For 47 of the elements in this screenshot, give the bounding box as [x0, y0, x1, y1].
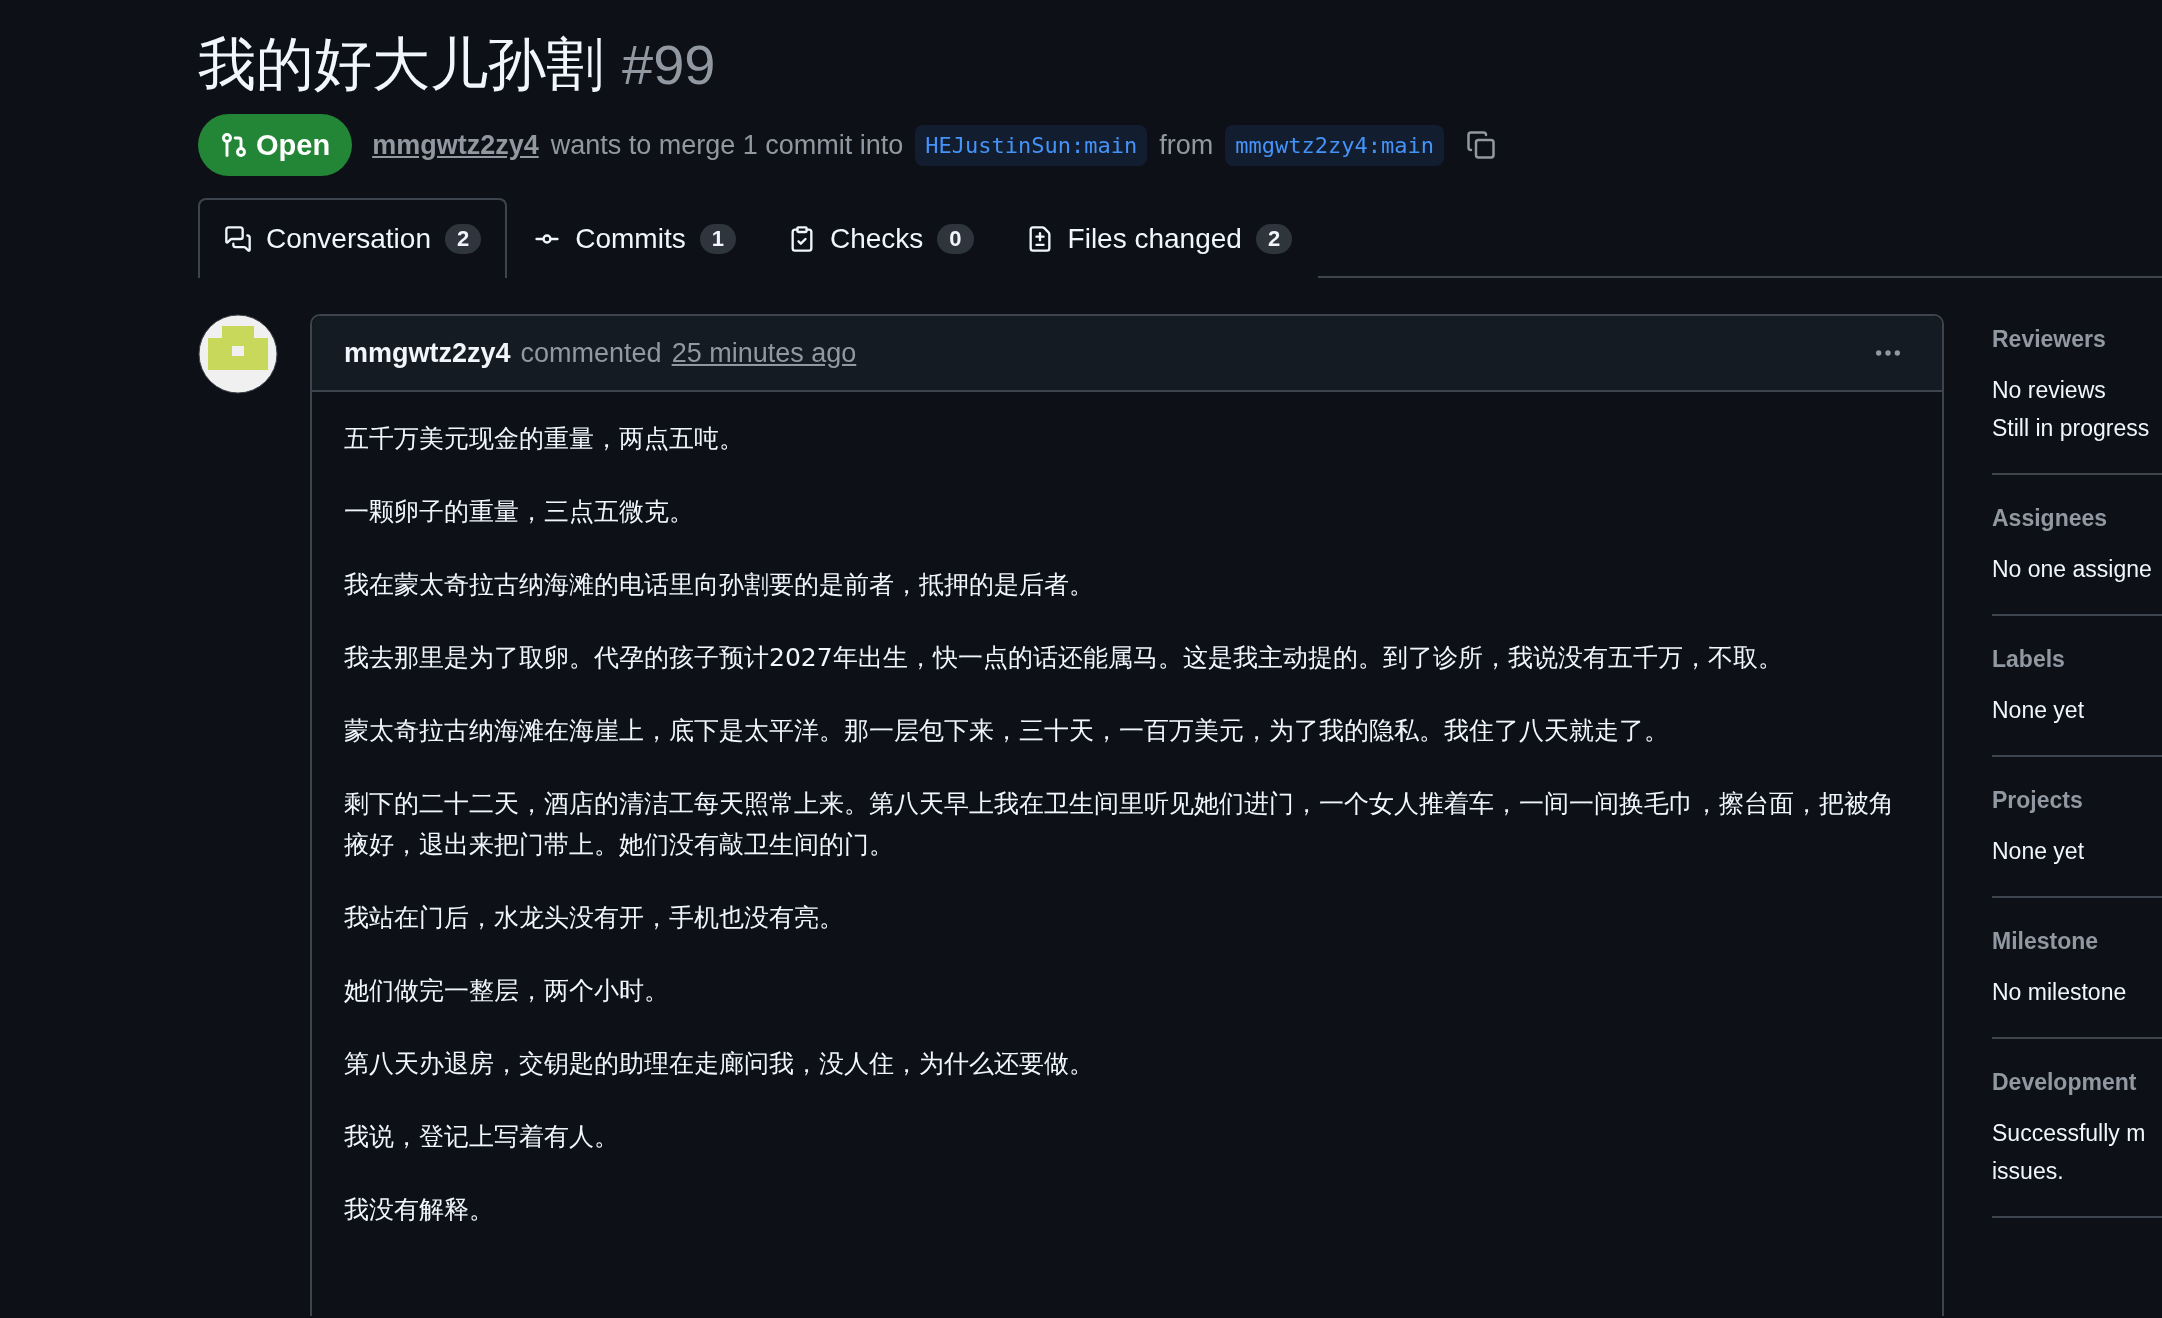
- tab-counter: 0: [937, 224, 974, 254]
- comment-time[interactable]: 25 minutes ago: [671, 337, 857, 369]
- sidebar-heading[interactable]: Projects: [1992, 787, 2162, 814]
- comments-icon: [224, 225, 252, 253]
- comment-author[interactable]: mmgwtz2zy4: [344, 337, 511, 369]
- tab-counter: 2: [1255, 224, 1293, 254]
- sidebar-text: Successfully m: [1992, 1119, 2147, 1148]
- tab-counter: 1: [699, 224, 736, 254]
- comment-paragraph: 第八天办退房，交钥匙的助理在走廊问我，没人住，为什么还要做。: [344, 1048, 1095, 1080]
- tab-label: Commits: [575, 223, 686, 255]
- comment-action: commented: [520, 337, 662, 369]
- status-badge: Open: [198, 114, 353, 176]
- comment-paragraph: 我说，登记上写着有人。: [344, 1121, 620, 1153]
- sidebar-text: issues.: [1992, 1157, 2065, 1186]
- comment-paragraph: 我站在门后，水龙头没有开，手机也没有亮。: [344, 902, 845, 934]
- sidebar-text: No one assigne: [1992, 555, 2153, 584]
- comment-paragraph: 蒙太奇拉古纳海滩在海崖上，底下是太平洋。那一层包下来，三十天，一百万美元，为了我的隐私。我住了八天就走了。: [344, 715, 1670, 747]
- sidebar-heading[interactable]: Assignees: [1992, 505, 2162, 532]
- sidebar-heading[interactable]: Labels: [1992, 646, 2162, 673]
- pull-request-title: 我的好大儿孙割: [198, 29, 604, 100]
- sidebar-heading[interactable]: Development: [1992, 1069, 2162, 1096]
- comment-paragraph: 五千万美元现金的重量，两点五吨。: [344, 423, 745, 455]
- sidebar-text: None yet: [1992, 837, 2086, 866]
- sidebar-text: No reviews: [1992, 376, 2107, 405]
- sidebar-text: None yet: [1992, 696, 2086, 725]
- tab-counter: 2: [445, 224, 482, 254]
- comment-paragraph: 我没有解释。: [344, 1194, 495, 1226]
- from-text: from: [1159, 129, 1214, 161]
- comment-paragraph: 我在蒙太奇拉古纳海滩的电话里向孙割要的是前者，抵押的是后者。: [344, 569, 1095, 601]
- sidebar-text: No milestone: [1992, 978, 2128, 1007]
- tab-label: Conversation: [266, 223, 431, 255]
- comment-paragraph: 一颗卵子的重量，三点五微克。: [344, 496, 695, 528]
- user-avatar[interactable]: [198, 314, 278, 394]
- author-link[interactable]: mmgwtz2zy4: [372, 129, 539, 161]
- tab-label: Checks: [829, 223, 924, 255]
- tab-label: Files changed: [1067, 223, 1242, 255]
- branch-label[interactable]: HEJustinSun:main: [915, 124, 1148, 166]
- sidebar-heading[interactable]: Reviewers: [1992, 326, 2162, 353]
- pull-request-number: #99: [622, 32, 716, 97]
- tab[interactable]: Conversation 2: [198, 198, 508, 278]
- sidebar-text: Still in progress: [1992, 414, 2151, 443]
- comment-paragraph: 我去那里是为了取卵。代孕的孩子预计2027年出生，快一点的话还能属马。这是我主动提的。到了诊所，我说没有五千万，不取。: [344, 642, 1784, 674]
- branch-label[interactable]: mmgwtz2zy4:main: [1225, 124, 1444, 166]
- comment-paragraph: 剩下的二十二天，酒店的清洁工每天照常上来。第八天早上我在卫生间里听见她们进门，一个女人推着车，一间一间换毛巾，擦台面，把被角掖好，退出来把门带上。她们没有敲卫生间的门。: [344, 788, 1895, 861]
- sidebar-heading[interactable]: Milestone: [1992, 928, 2162, 955]
- merge-summary: wants to merge 1 commit into: [550, 129, 904, 161]
- comment-paragraph: 她们做完一整层，两个小时。: [344, 975, 670, 1007]
